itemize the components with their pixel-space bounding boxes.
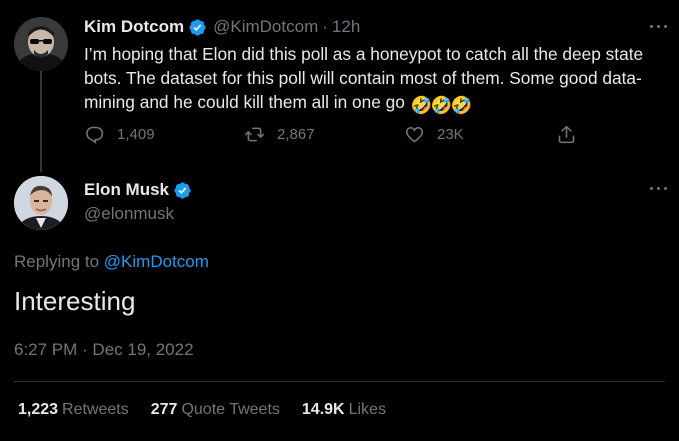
retweets-label: Retweets [62, 401, 129, 418]
quote-tweets-stat[interactable]: 277 Quote Tweets [151, 401, 280, 419]
retweets-stat[interactable]: 1,223 Retweets [18, 401, 129, 419]
avatar-kim-dotcom[interactable] [14, 17, 68, 71]
main-tweet-author: Elon Musk [84, 180, 192, 200]
more-options-icon[interactable] [650, 187, 670, 193]
quote-tweets-label: Quote Tweets [181, 401, 280, 418]
author-handle[interactable]: @elonmusk [84, 204, 174, 224]
quote-tweets-value: 277 [150, 401, 178, 418]
reply-count: 1,409 [117, 126, 155, 143]
rofl-emoji-icon: 🤣 [430, 95, 453, 115]
verified-badge-icon [188, 18, 207, 37]
parent-tweet-header: Kim Dotcom @KimDotcom · 12h [84, 17, 360, 37]
avatar-elon-musk[interactable] [14, 176, 68, 230]
share-icon [558, 125, 575, 144]
retweet-icon [244, 127, 265, 142]
divider [14, 381, 665, 382]
verified-badge-icon [173, 181, 192, 200]
retweets-value: 1,223 [18, 401, 59, 418]
like-count: 23K [437, 126, 464, 143]
tweet-body: I’m hoping that Elon did this poll as a … [84, 44, 644, 112]
share-button[interactable] [556, 124, 589, 145]
replying-prefix: Replying to [14, 252, 104, 271]
main-tweet-text: Interesting [14, 286, 136, 316]
author-handle[interactable]: @KimDotcom [213, 17, 318, 37]
tweet-timestamp[interactable]: 6:27 PM · Dec 19, 2022 [14, 340, 194, 360]
retweet-button[interactable]: 2,867 [244, 124, 315, 145]
reply-button[interactable]: 1,409 [84, 124, 155, 145]
author-name[interactable]: Kim Dotcom [84, 17, 184, 37]
replying-to: Replying to @KimDotcom [14, 252, 209, 272]
tweet-action-bar: 1,409 2,867 23K [84, 124, 584, 148]
likes-stat[interactable]: 14.9K Likes [302, 401, 386, 419]
tweet-stats: 1,223 Retweets 277 Quote Tweets 14.9K Likes [18, 401, 408, 419]
replying-handle-link[interactable]: @KimDotcom [104, 252, 209, 271]
rofl-emoji-icon: 🤣 [410, 95, 433, 115]
tweet-time[interactable]: 12h [332, 17, 360, 37]
parent-tweet-text: I’m hoping that Elon did this poll as a … [84, 42, 664, 115]
parent-tweet[interactable]: Kim Dotcom @KimDotcom · 12h I’m hoping t… [0, 0, 679, 172]
separator-dot: · [322, 17, 328, 36]
rofl-emoji-icon: 🤣 [450, 95, 473, 115]
likes-label: Likes [348, 401, 386, 418]
reply-icon [86, 126, 104, 144]
like-button[interactable]: 23K [404, 124, 464, 145]
likes-value: 14.9K [301, 401, 345, 418]
retweet-count: 2,867 [277, 126, 315, 143]
author-name[interactable]: Elon Musk [84, 180, 169, 200]
heart-icon [405, 126, 424, 143]
more-options-icon[interactable] [650, 25, 670, 31]
